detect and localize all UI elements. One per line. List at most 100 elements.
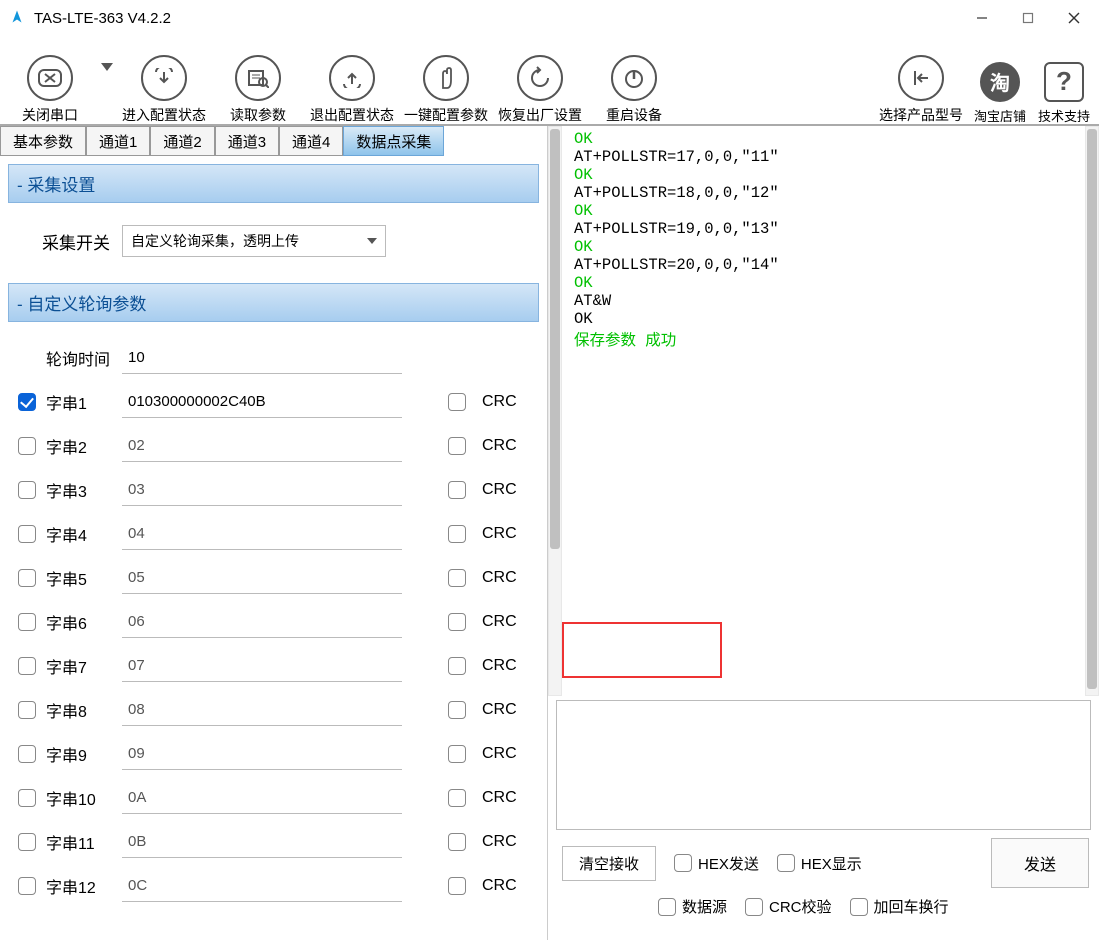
section-collect-header: - 采集设置 bbox=[8, 164, 539, 203]
crc-label: CRC bbox=[482, 569, 517, 587]
close-button[interactable] bbox=[1051, 2, 1097, 34]
send-input[interactable] bbox=[556, 700, 1091, 830]
read-params-button[interactable]: 读取参数 bbox=[212, 40, 304, 125]
taobao-button[interactable]: 淘 淘宝店铺 bbox=[969, 40, 1031, 125]
hand-icon bbox=[435, 66, 457, 90]
string-enable-checkbox[interactable] bbox=[18, 657, 36, 675]
crc-checkbox[interactable] bbox=[448, 437, 466, 455]
string-enable-checkbox[interactable] bbox=[18, 481, 36, 499]
log-scrollbar[interactable] bbox=[548, 126, 562, 696]
crc-checkbox[interactable] bbox=[448, 833, 466, 851]
crc-checkbox[interactable] bbox=[448, 525, 466, 543]
collect-switch-label: 采集开关 bbox=[42, 229, 110, 254]
string-value-input[interactable]: 07 bbox=[122, 650, 402, 682]
exit-config-button[interactable]: 退出配置状态 bbox=[306, 40, 398, 125]
crc-label: CRC bbox=[482, 877, 517, 895]
string-enable-checkbox[interactable] bbox=[18, 701, 36, 719]
poll-string-row: 字串100ACRC bbox=[18, 776, 535, 820]
string-label: 字串11 bbox=[46, 830, 112, 854]
string-value-input[interactable]: 0C bbox=[122, 870, 402, 902]
toolbar-dropdown[interactable] bbox=[98, 40, 116, 125]
crc-checkbox[interactable] bbox=[448, 789, 466, 807]
download-icon bbox=[152, 68, 176, 88]
help-icon: ? bbox=[1044, 62, 1084, 102]
data-source-checkbox[interactable]: 数据源 bbox=[658, 896, 727, 917]
hex-send-checkbox[interactable]: HEX发送 bbox=[674, 853, 759, 874]
string-label: 字串12 bbox=[46, 874, 112, 898]
crc-checkbox[interactable] bbox=[448, 481, 466, 499]
string-value-input[interactable]: 08 bbox=[122, 694, 402, 726]
string-enable-checkbox[interactable] bbox=[18, 525, 36, 543]
poll-time-input[interactable]: 10 bbox=[122, 342, 402, 374]
crc-check-checkbox[interactable]: CRC校验 bbox=[745, 896, 832, 917]
right-pane: OKAT+POLLSTR=17,0,0,"11"OKAT+POLLSTR=18,… bbox=[548, 126, 1099, 940]
tab-basic[interactable]: 基本参数 bbox=[0, 126, 86, 156]
string-enable-checkbox[interactable] bbox=[18, 745, 36, 763]
log-line: OK bbox=[574, 202, 1073, 220]
string-enable-checkbox[interactable] bbox=[18, 613, 36, 631]
poll-string-row: 字串1010300000002C40BCRC bbox=[18, 380, 535, 424]
string-label: 字串8 bbox=[46, 698, 112, 722]
string-value-input[interactable]: 0B bbox=[122, 826, 402, 858]
crlf-checkbox[interactable]: 加回车换行 bbox=[850, 896, 949, 917]
crc-checkbox[interactable] bbox=[448, 393, 466, 411]
titlebar: TAS-LTE-363 V4.2.2 bbox=[0, 0, 1099, 36]
crc-checkbox[interactable] bbox=[448, 569, 466, 587]
string-label: 字串3 bbox=[46, 478, 112, 502]
collect-switch-dropdown[interactable]: 自定义轮询采集，透明上传 bbox=[122, 225, 386, 257]
crc-checkbox[interactable] bbox=[448, 877, 466, 895]
string-enable-checkbox[interactable] bbox=[18, 437, 36, 455]
tab-ch4[interactable]: 通道4 bbox=[279, 126, 343, 156]
clear-rx-button[interactable]: 清空接收 bbox=[562, 846, 656, 881]
string-enable-checkbox[interactable] bbox=[18, 877, 36, 895]
undo-icon bbox=[528, 66, 552, 90]
factory-reset-button[interactable]: 恢复出厂设置 bbox=[494, 40, 586, 125]
support-button[interactable]: ? 技术支持 bbox=[1033, 40, 1095, 125]
send-button[interactable]: 发送 bbox=[991, 838, 1089, 888]
right-scrollbar[interactable] bbox=[1085, 126, 1099, 696]
select-model-button[interactable]: 选择产品型号 bbox=[875, 40, 967, 125]
close-serial-button[interactable]: 关闭串口 bbox=[4, 40, 96, 125]
string-label: 字串4 bbox=[46, 522, 112, 546]
log-line: OK bbox=[574, 166, 1073, 184]
string-label: 字串7 bbox=[46, 654, 112, 678]
tab-ch3[interactable]: 通道3 bbox=[215, 126, 279, 156]
string-value-input[interactable]: 06 bbox=[122, 606, 402, 638]
string-enable-checkbox[interactable] bbox=[18, 833, 36, 851]
one-key-config-button[interactable]: 一键配置参数 bbox=[400, 40, 492, 125]
log-output[interactable]: OKAT+POLLSTR=17,0,0,"11"OKAT+POLLSTR=18,… bbox=[570, 130, 1077, 350]
enter-config-button[interactable]: 进入配置状态 bbox=[118, 40, 210, 125]
string-value-input[interactable]: 03 bbox=[122, 474, 402, 506]
reboot-button[interactable]: 重启设备 bbox=[588, 40, 680, 125]
close-serial-icon bbox=[38, 69, 62, 87]
crc-checkbox[interactable] bbox=[448, 745, 466, 763]
poll-string-row: 字串707CRC bbox=[18, 644, 535, 688]
log-line: OK bbox=[574, 130, 1073, 148]
taobao-icon: 淘 bbox=[980, 62, 1020, 102]
crc-checkbox[interactable] bbox=[448, 613, 466, 631]
string-value-input[interactable]: 010300000002C40B bbox=[122, 386, 402, 418]
crc-label: CRC bbox=[482, 833, 517, 851]
string-value-input[interactable]: 09 bbox=[122, 738, 402, 770]
hex-show-checkbox[interactable]: HEX显示 bbox=[777, 853, 862, 874]
tab-ch1[interactable]: 通道1 bbox=[86, 126, 150, 156]
crc-label: CRC bbox=[482, 393, 517, 411]
tab-ch2[interactable]: 通道2 bbox=[150, 126, 214, 156]
log-line: AT+POLLSTR=18,0,0,"12" bbox=[574, 184, 1073, 202]
string-value-input[interactable]: 05 bbox=[122, 562, 402, 594]
poll-string-row: 字串808CRC bbox=[18, 688, 535, 732]
poll-string-row: 字串303CRC bbox=[18, 468, 535, 512]
chevron-down-icon bbox=[367, 238, 377, 244]
string-value-input[interactable]: 04 bbox=[122, 518, 402, 550]
string-enable-checkbox[interactable] bbox=[18, 789, 36, 807]
minimize-button[interactable] bbox=[959, 2, 1005, 34]
string-value-input[interactable]: 02 bbox=[122, 430, 402, 462]
poll-string-row: 字串11 0B CRC bbox=[18, 820, 535, 864]
crc-checkbox[interactable] bbox=[448, 657, 466, 675]
string-enable-checkbox[interactable] bbox=[18, 393, 36, 411]
tab-datapoints[interactable]: 数据点采集 bbox=[343, 126, 444, 156]
maximize-button[interactable] bbox=[1005, 2, 1051, 34]
string-enable-checkbox[interactable] bbox=[18, 569, 36, 587]
string-value-input[interactable]: 0A bbox=[122, 782, 402, 814]
crc-checkbox[interactable] bbox=[448, 701, 466, 719]
